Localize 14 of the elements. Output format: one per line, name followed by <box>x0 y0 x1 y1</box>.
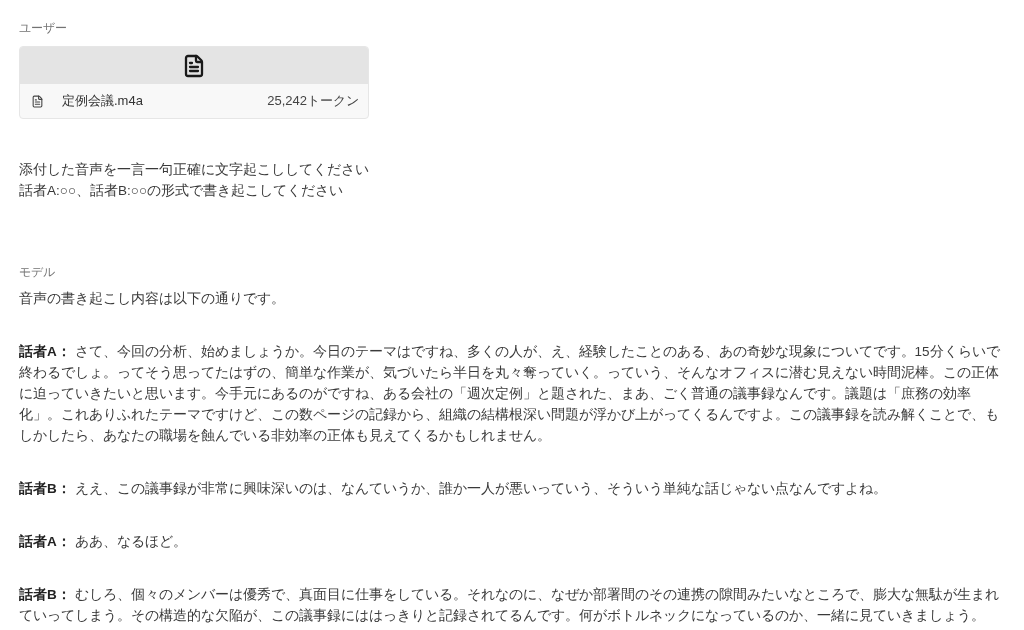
response-paragraph: 話者A： さて、今回の分析、始めましょうか。今日のテーマはですね、多くの人が、え、経験したことのある、あの奇妙な現象についてです。15分くらいで終わるでしょ。ってそう思ってたはずの、簡単な作業が、気づいたら半日を丸々奪っていく。っていう、そんなオフィスに潜む見えない時間泥棒。この正体に迫っていきたいと思います。今手元にあるのがですね、ある会社の「週次定例」と題された、まあ、ごく普通の議事録なんです。議題は「庶務の効率化」。これありふれたテーマですけど、この数ページの記録から、組織の結構根深い問題が浮かび上がってくるんですよ。この議事録を読み解くことで、もしかしたら、あなたの職場を蝕んでいる非効率の正体も見えてくるかもしれません。 <box>19 343 1001 445</box>
file-name: 定例会議.m4a <box>62 92 144 110</box>
prompt-text: 添付した音声を一言一句正確に文字起こししてください <box>19 161 369 179</box>
file-attachment-card[interactable]: 定例会議.m4a 25,242トークン <box>19 46 369 119</box>
role-label: モデル <box>19 264 55 280</box>
response-paragraph: 話者B： むしろ、個々のメンバーは優秀で、真面目に仕事をしている。それなのに、なぜか部署間のその連携の隙間みたいなところで、膨大な無駄が生まれていってしまう。その構造的な欠陥が、この議事録にははっきりと記録されてるんです。何がボトルネックになっているのか、一緒に見ていきましょう。 <box>19 586 1000 625</box>
document-icon <box>31 94 44 108</box>
prompt-text: 話者A:○○、話者B:○○の形式で書き起こしてください <box>19 182 344 200</box>
response-paragraph: 音声の書き起こし内容は以下の通りです。 <box>19 290 286 308</box>
response-paragraph: 話者B： ええ、この議事録が非常に興味深いのは、なんていうか、誰か一人が悪いっていう、そういう単純な話じゃない点なんですよね。 <box>19 480 888 498</box>
response-paragraph: 話者A： ああ、なるほど。 <box>19 533 188 551</box>
role-label: ユーザー <box>19 20 67 36</box>
token-count: 25,242トークン <box>267 92 359 110</box>
document-icon <box>182 53 206 78</box>
